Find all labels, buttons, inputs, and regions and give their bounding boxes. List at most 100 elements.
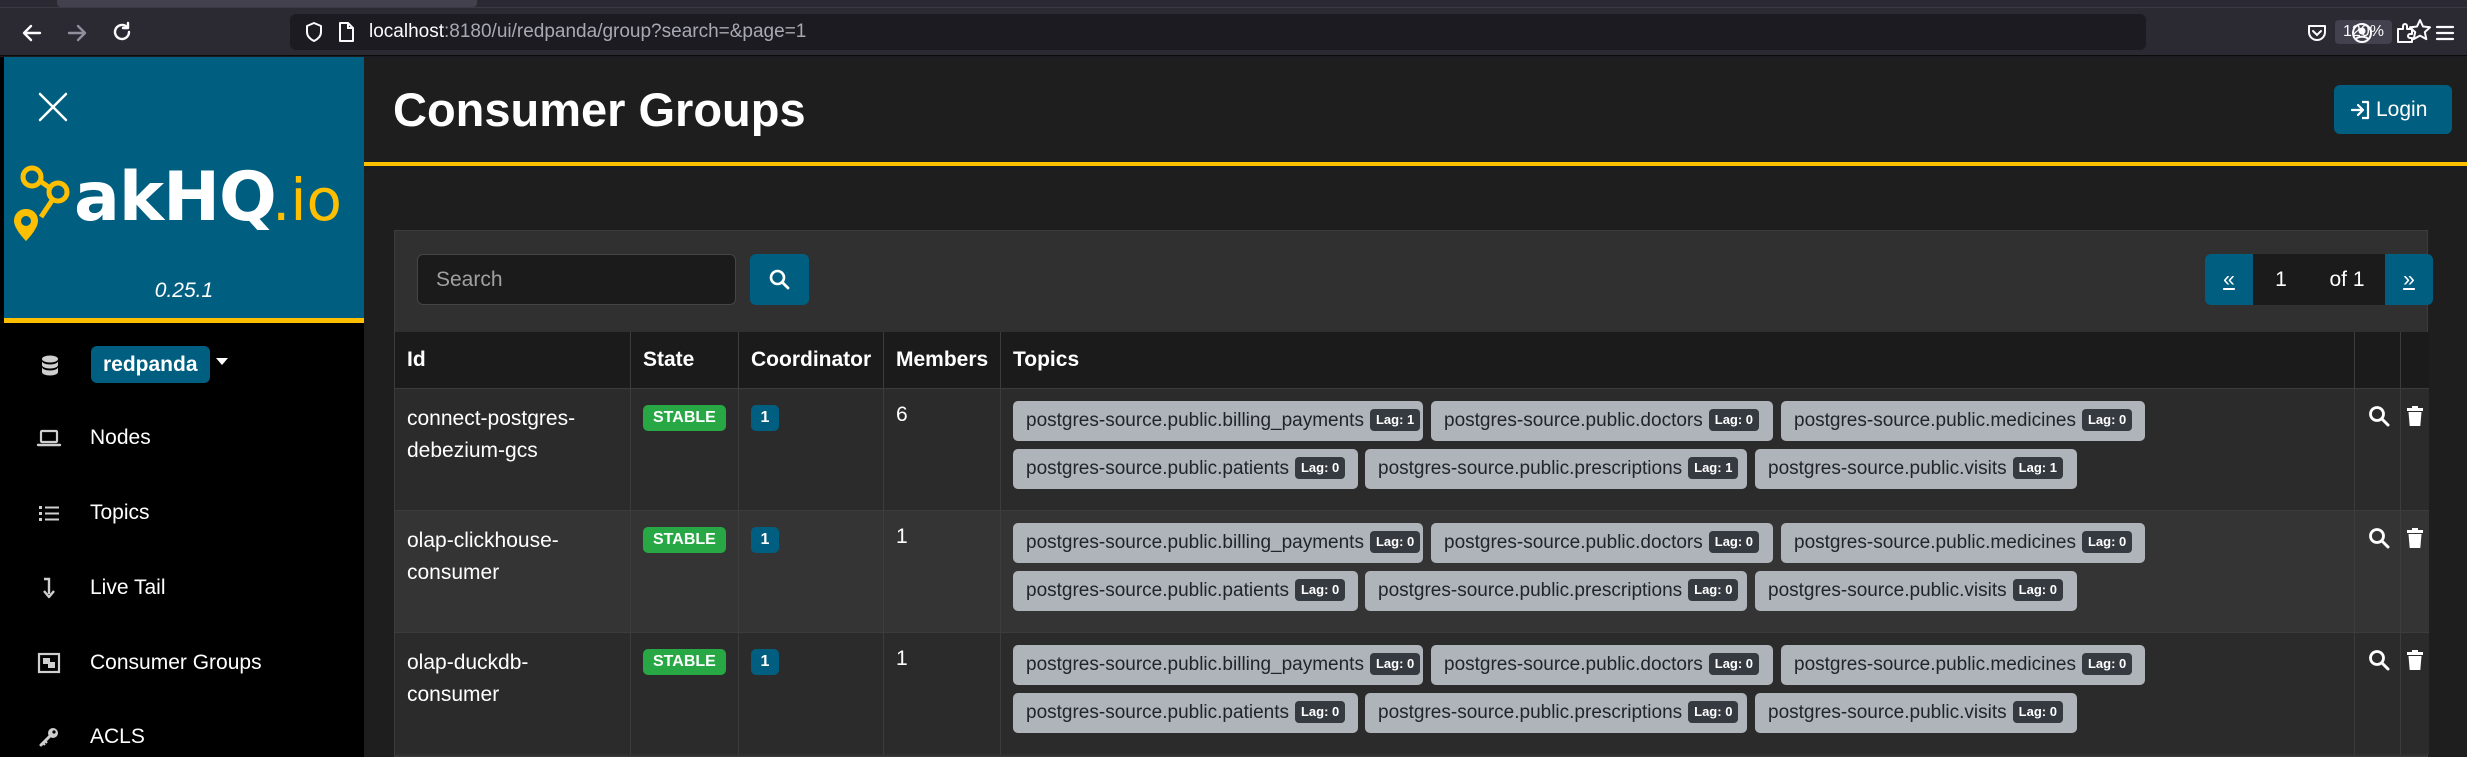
pocket-icon[interactable]: [2304, 20, 2330, 46]
sidebar-item-label: Live Tail: [90, 576, 166, 599]
group-id-line: consumer: [407, 683, 500, 706]
sidebar-item-label: Consumer Groups: [90, 651, 262, 674]
cluster-selector[interactable]: redpanda: [36, 346, 356, 386]
cluster-badge[interactable]: redpanda: [91, 346, 210, 383]
sidebar-item-live-tail[interactable]: Live Tail: [36, 568, 356, 608]
key-icon: [39, 728, 58, 747]
pagination-current[interactable]: 1: [2253, 254, 2309, 305]
coordinator-badge[interactable]: 1: [751, 527, 779, 553]
pagination: « 1 of 1 »: [2205, 254, 2433, 305]
topic-name: postgres-source.public.medicines: [1794, 532, 2076, 553]
lag-badge: Lag: 1: [1688, 457, 1739, 479]
app-version: 0.25.1: [154, 279, 214, 302]
browser-active-tab[interactable]: [57, 0, 477, 7]
url-bar[interactable]: localhost:8180/ui/redpanda/group?search=…: [290, 14, 2431, 50]
back-icon[interactable]: [19, 20, 45, 46]
topic-chip[interactable]: postgres-source.public.prescriptions Lag:…: [1365, 571, 1747, 611]
column-header-members: Members: [884, 332, 1001, 388]
topic-chip[interactable]: postgres-source.public.visits Lag: 0: [1755, 571, 2077, 611]
pagination-prev[interactable]: «: [2205, 254, 2253, 305]
group-id[interactable]: connect-postgres-debezium-gcs: [395, 389, 631, 511]
account-icon[interactable]: [2349, 20, 2375, 46]
group-id[interactable]: olap-duckdb-consumer: [395, 633, 631, 755]
coordinator-cell: 1: [739, 633, 884, 755]
topic-name: postgres-source.public.medicines: [1794, 410, 2076, 431]
login-button[interactable]: Login: [2334, 85, 2452, 134]
topic-chip[interactable]: postgres-source.public.prescriptions Lag:…: [1365, 449, 1747, 489]
sidebar-item-nodes[interactable]: Nodes: [36, 418, 356, 458]
trash-icon[interactable]: [2405, 527, 2425, 549]
object-group-icon: [37, 652, 61, 674]
topic-chip[interactable]: postgres-source.public.medicines Lag: 0: [1781, 645, 2145, 685]
shield-icon[interactable]: [302, 20, 326, 44]
lag-badge: Lag: 0: [1369, 653, 1421, 675]
search-button[interactable]: [750, 254, 809, 305]
menu-icon[interactable]: [2432, 20, 2458, 46]
group-id[interactable]: olap-clickhouse-consumer: [395, 511, 631, 633]
search-input[interactable]: [417, 254, 736, 305]
lag-badge: Lag: 0: [2012, 579, 2063, 601]
lag-badge: Lag: 0: [2012, 701, 2063, 723]
group-id-line: consumer: [407, 561, 500, 584]
lag-badge: Lag: 1: [1369, 409, 1421, 431]
url-text[interactable]: localhost:8180/ui/redpanda/group?search=…: [369, 21, 806, 43]
sidebar-item-topics[interactable]: Topics: [36, 493, 356, 533]
topic-chip[interactable]: postgres-source.public.doctors Lag: 0: [1431, 645, 1773, 685]
topic-chip[interactable]: postgres-source.public.visits Lag: 1: [1755, 449, 2077, 489]
topic-chip[interactable]: postgres-source.public.patients Lag: 0: [1013, 693, 1358, 733]
topic-chip[interactable]: postgres-source.public.prescriptions Lag:…: [1365, 693, 1747, 733]
coordinator-badge[interactable]: 1: [751, 405, 779, 431]
sidebar-item-label: Nodes: [90, 426, 151, 449]
sidebar-brand: akHQ .io 0.25.1: [4, 57, 364, 323]
actions-cell: [2355, 389, 2401, 511]
topic-chip[interactable]: postgres-source.public.patients Lag: 0: [1013, 571, 1358, 611]
database-icon: [42, 355, 58, 376]
topic-chip[interactable]: postgres-source.public.medicines Lag: 0: [1781, 523, 2145, 563]
sidebar-item-label: ACLS: [90, 725, 145, 748]
actions-cell: [2355, 511, 2401, 633]
lag-badge: Lag: 0: [1708, 653, 1760, 675]
topic-chip[interactable]: postgres-source.public.medicines Lag: 0: [1781, 401, 2145, 441]
page-icon[interactable]: [334, 20, 358, 44]
topic-chip[interactable]: postgres-source.public.visits Lag: 0: [1755, 693, 2077, 733]
topic-chip[interactable]: postgres-source.public.patients Lag: 0: [1013, 449, 1358, 489]
topic-chip[interactable]: postgres-source.public.billing_payments L…: [1013, 645, 1423, 685]
sidebar-item-consumer-groups[interactable]: Consumer Groups: [36, 643, 356, 683]
actions-cell: [2355, 633, 2401, 755]
search-icon[interactable]: [2368, 527, 2390, 549]
search-icon[interactable]: [2368, 649, 2390, 671]
search-icon[interactable]: [2368, 405, 2390, 427]
sidebar-item-acls[interactable]: ACLS: [36, 717, 356, 757]
topic-chip[interactable]: postgres-source.public.doctors Lag: 0: [1431, 401, 1773, 441]
topic-name: postgres-source.public.billing_payments: [1026, 410, 1364, 431]
pagination-next[interactable]: »: [2385, 254, 2433, 305]
pagination-total: of 1: [2309, 254, 2385, 305]
column-header-topics: Topics: [1001, 332, 2355, 388]
laptop-icon: [36, 429, 62, 447]
extensions-icon[interactable]: [2393, 20, 2419, 46]
topic-chip[interactable]: postgres-source.public.doctors Lag: 0: [1431, 523, 1773, 563]
group-id-line: olap-duckdb-: [407, 651, 529, 674]
lag-badge: Lag: 0: [1294, 457, 1346, 479]
column-header-coordinator: Coordinator: [739, 332, 884, 388]
page-title: Consumer Groups: [393, 83, 806, 136]
lag-badge: Lag: 0: [1369, 531, 1421, 553]
topic-name: postgres-source.public.billing_payments: [1026, 654, 1364, 675]
topic-name: postgres-source.public.doctors: [1444, 654, 1703, 675]
coordinator-badge[interactable]: 1: [751, 649, 779, 675]
status-badge: STABLE: [643, 405, 726, 431]
lag-badge: Lag: 0: [2081, 653, 2133, 675]
sign-in-icon: [2350, 100, 2370, 120]
chevron-down-icon[interactable]: [216, 358, 228, 365]
forward-icon[interactable]: [64, 20, 90, 46]
topic-name: postgres-source.public.doctors: [1444, 532, 1703, 553]
close-icon[interactable]: [37, 91, 69, 123]
topic-name: postgres-source.public.billing_payments: [1026, 532, 1364, 553]
topic-chip[interactable]: postgres-source.public.billing_payments L…: [1013, 401, 1423, 441]
group-id-line: olap-clickhouse-: [407, 529, 559, 552]
trash-icon[interactable]: [2405, 649, 2425, 671]
column-header-actions: [2355, 332, 2401, 388]
topic-chip[interactable]: postgres-source.public.billing_payments L…: [1013, 523, 1423, 563]
reload-icon[interactable]: [109, 20, 135, 46]
trash-icon[interactable]: [2405, 405, 2425, 427]
